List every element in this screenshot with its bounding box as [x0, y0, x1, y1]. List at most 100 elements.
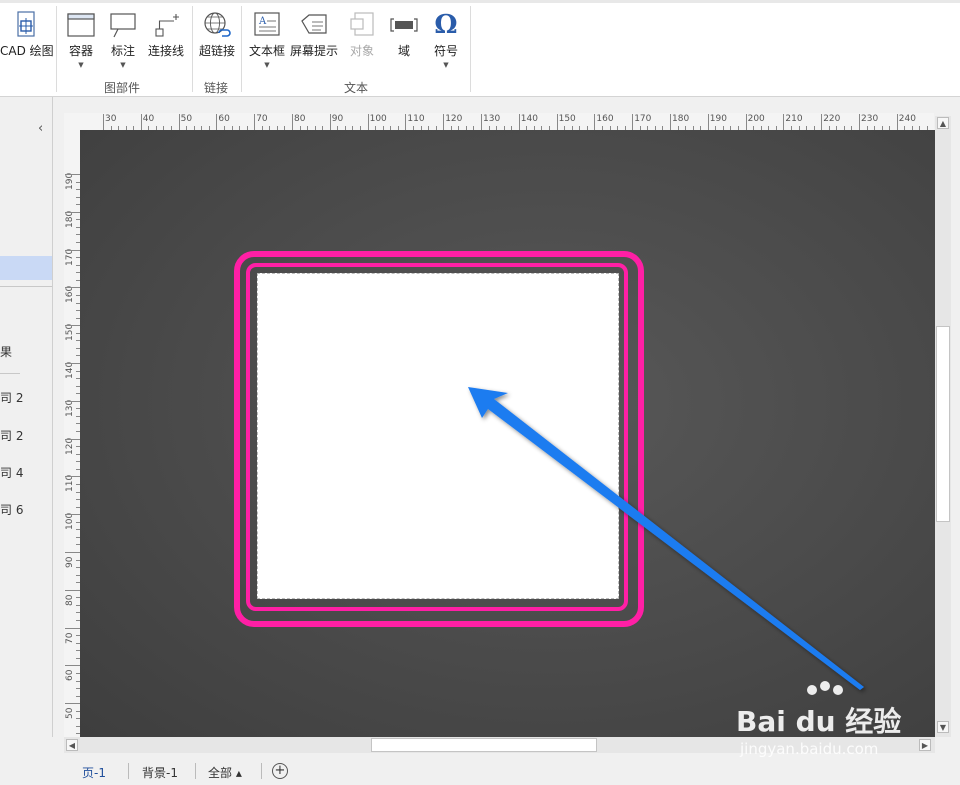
tab-all-pages[interactable]: 全部 ▴: [208, 764, 242, 781]
object-button[interactable]: 对象: [344, 8, 380, 72]
panel-divider: [0, 373, 20, 374]
ruler-tick: [632, 114, 634, 130]
screentip-button[interactable]: 屏幕提示: [288, 8, 340, 72]
ruler-tick-label: 90: [65, 556, 75, 568]
group-separator: [470, 6, 471, 92]
ruler-tick: [65, 363, 80, 364]
collapse-panel-icon[interactable]: ‹: [38, 121, 43, 136]
ruler-tick-label: 200: [747, 114, 765, 124]
callout-icon: [110, 13, 136, 38]
ruler-tick: [292, 114, 293, 130]
ruler-tick-label: 70: [256, 114, 268, 124]
ruler-tick-label: 110: [407, 114, 425, 124]
hyperlink-icon: [204, 12, 231, 37]
ruler-tick-label: 160: [596, 114, 614, 124]
scroll-down-button[interactable]: ▼: [937, 721, 949, 733]
ruler-tick-label: 60: [218, 114, 230, 124]
container-dropdown-icon[interactable]: ▼: [62, 61, 100, 69]
ruler-tick: [65, 287, 80, 289]
ruler-tick-label: 220: [823, 114, 841, 124]
vertical-scrollbar[interactable]: ▲ ▼: [935, 116, 951, 737]
symbol-dropdown-icon[interactable]: ▼: [426, 61, 466, 69]
callout-label: 标注: [110, 44, 135, 58]
ruler-tick: [65, 249, 80, 251]
horizontal-scroll-thumb[interactable]: [371, 738, 597, 752]
vertical-scroll-thumb[interactable]: [936, 326, 950, 522]
field-button[interactable]: 域: [386, 8, 422, 72]
ruler-tick: [443, 114, 445, 130]
textbox-button[interactable]: A 文本框 ▼: [246, 8, 288, 72]
field-label: 域: [397, 44, 410, 58]
ruler-tick: [745, 114, 747, 130]
textbox-dropdown-icon[interactable]: ▼: [246, 61, 288, 69]
horizontal-scrollbar[interactable]: ◀ ▶: [64, 737, 935, 753]
ruler-tick: [405, 114, 407, 130]
ruler-tick-label: 140: [65, 361, 75, 379]
ruler-tick: [65, 665, 80, 667]
blue-arrow-shape[interactable]: [80, 130, 935, 737]
scroll-right-button[interactable]: ▶: [919, 739, 931, 751]
screentip-label: 屏幕提示: [289, 44, 338, 58]
symbol-label: 符号: [433, 44, 458, 58]
callout-dropdown-icon[interactable]: ▼: [104, 61, 142, 69]
scroll-up-button[interactable]: ▲: [937, 117, 949, 129]
scroll-left-button[interactable]: ◀: [66, 739, 78, 751]
ruler-tick-label: 100: [369, 114, 387, 124]
connector-button[interactable]: 连接线: [145, 8, 187, 72]
group-label-text: 文本: [344, 81, 369, 95]
ruler-tick-label: 210: [785, 114, 803, 124]
ruler-tick-label: 240: [898, 114, 916, 124]
ruler-tick: [178, 114, 180, 130]
stencil-item[interactable]: 司 2: [0, 389, 23, 406]
symbol-icon: Ω: [434, 10, 458, 40]
stencil-item[interactable]: 司 2: [0, 427, 23, 444]
tab-page-1[interactable]: 页-1: [82, 764, 106, 781]
ruler-tick-label: 190: [709, 114, 727, 124]
selected-stencil-item[interactable]: [0, 256, 52, 280]
cad-drawing-button[interactable]: CAD 绘图: [0, 8, 54, 72]
ruler-tick-label: 120: [65, 437, 75, 455]
stencil-item[interactable]: 司 6: [0, 501, 23, 518]
container-label: 容器: [68, 44, 93, 58]
tab-separator: [195, 763, 196, 779]
tab-background-1[interactable]: 背景-1: [142, 764, 178, 781]
horizontal-ruler[interactable]: 30 40 50 60 70 80 90 100 110 120 130 140 150 160 170 18…: [64, 113, 934, 131]
stencil-item[interactable]: 果: [0, 343, 12, 360]
ruler-tick-label: 170: [634, 114, 652, 124]
ruler-tick: [254, 114, 256, 130]
ruler-tick: [65, 400, 80, 402]
callout-button[interactable]: 标注 ▼: [104, 8, 142, 72]
ruler-tick-label: 50: [180, 114, 193, 124]
symbol-button[interactable]: Ω 符号 ▼: [426, 8, 466, 72]
ruler-tick: [216, 114, 218, 130]
ruler-tick-label: 230: [861, 114, 879, 124]
ruler-tick-label: 110: [65, 475, 75, 493]
textbox-icon: A: [254, 12, 280, 36]
ruler-tick: [65, 514, 80, 516]
ruler-tick: [670, 114, 671, 130]
object-icon: [350, 12, 374, 36]
stencil-item[interactable]: 司 4: [0, 464, 23, 481]
drawing-canvas[interactable]: [80, 130, 935, 737]
cad-drawing-icon: [17, 11, 35, 37]
container-icon: [67, 13, 95, 37]
hyperlink-label: 超链接: [198, 44, 235, 58]
vertical-ruler[interactable]: 190 180 170 160 150 140 130 120 110 100 90 80 70 60 50…: [64, 130, 81, 737]
svg-text:A: A: [258, 16, 267, 27]
field-icon: [390, 18, 418, 32]
add-page-icon[interactable]: +: [272, 763, 288, 779]
group-label-diagram-parts: 图部件: [104, 81, 141, 95]
container-button[interactable]: 容器 ▼: [62, 8, 100, 72]
ruler-tick: [821, 114, 823, 130]
ruler-tick: [65, 325, 80, 327]
ruler-tick-label: 180: [65, 210, 75, 228]
ruler-tick: [140, 114, 142, 130]
ruler-tick-label: 60: [65, 669, 75, 682]
ruler-tick: [518, 114, 520, 130]
hyperlink-button[interactable]: 超链接: [196, 8, 238, 72]
ruler-tick-label: 30: [105, 114, 117, 124]
ruler-tick: [103, 114, 104, 130]
ruler-tick: [859, 114, 860, 130]
ruler-tick-label: 100: [65, 513, 75, 531]
ruler-tick: [65, 552, 80, 553]
